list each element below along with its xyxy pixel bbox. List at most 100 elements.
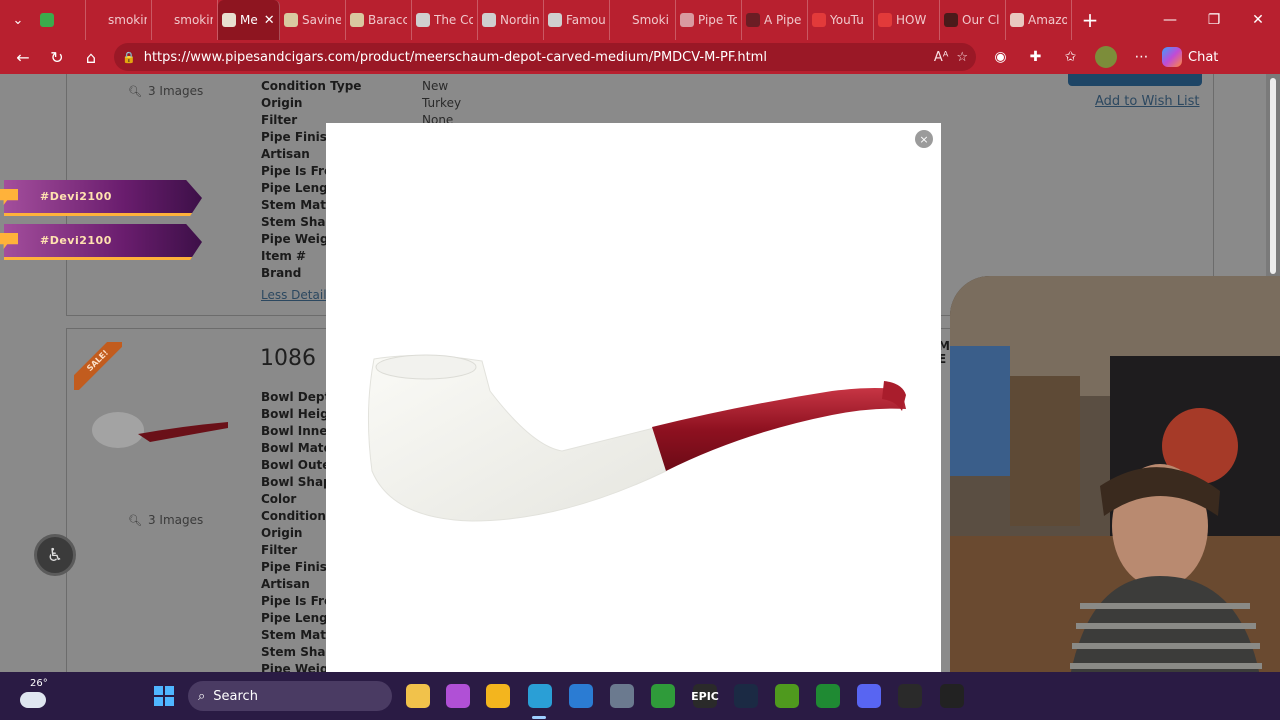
browser-tab[interactable]: Me ✕ <box>218 0 280 40</box>
chat-label: Chat <box>1188 49 1219 65</box>
stream-overlay-tag: #Devi2100 <box>0 224 206 260</box>
tab-label: HOW <box>896 13 927 27</box>
tab-label: Pipe To <box>698 13 737 27</box>
start-button[interactable] <box>154 686 174 706</box>
tab-label: smokin <box>108 13 147 27</box>
spec-row: Origin <box>261 526 303 540</box>
browser-tab[interactable]: Baracc <box>346 0 412 40</box>
speedtest-icon[interactable] <box>940 684 964 708</box>
browser-tab[interactable]: The Co <box>412 0 478 40</box>
search-icon: ⌕ <box>198 688 206 704</box>
tab-actions-menu-button[interactable]: ⌄ <box>0 0 36 40</box>
add-to-cart-button[interactable] <box>1068 74 1202 86</box>
tab-strip: smokin smokin Me ✕ Savinel Baracc The Co Nordin… <box>36 0 1072 40</box>
edge-icon[interactable] <box>528 684 552 708</box>
tab-label: Amazo <box>1028 13 1067 27</box>
favorite-star-icon[interactable]: ☆ <box>956 50 968 65</box>
images-count-link[interactable]: 🔍︎ 3 Images <box>128 84 203 98</box>
spec-row: Pipe Finish <box>261 560 336 574</box>
file-explorer-icon[interactable] <box>406 684 430 708</box>
pipe-product-image <box>367 354 906 522</box>
accessibility-icon: ♿︎ <box>46 544 64 566</box>
tab-favicon-icon <box>548 13 562 27</box>
restore-button[interactable]: ❐ <box>1192 0 1236 40</box>
settings-icon[interactable] <box>610 684 634 708</box>
xbox-icon[interactable] <box>651 684 675 708</box>
read-aloud-icon[interactable]: Aᴬ <box>934 50 949 65</box>
copilot-chat-button[interactable]: Chat <box>1162 47 1218 67</box>
tab-favicon-icon <box>90 13 104 27</box>
close-lightbox-button[interactable]: × <box>915 130 933 148</box>
game-bar-icon[interactable] <box>816 684 840 708</box>
address-bar-row: ← ↻ ⌂ 🔒 https://www.pipesandcigars.com/p… <box>0 40 1280 74</box>
tab-favicon-icon <box>614 13 628 27</box>
search-label: Search <box>213 688 258 704</box>
tab-label: The Co <box>434 13 473 27</box>
new-tab-button[interactable]: + <box>1072 0 1108 40</box>
less-details-link[interactable]: Less Details <box>261 288 333 302</box>
product-thumbnail[interactable] <box>88 404 230 452</box>
spec-labels-1086: Bowl Dept Bowl Heigl Bowl Inne Bowl Mate Bow… <box>261 389 335 672</box>
tab-favicon-icon <box>40 13 54 27</box>
more-menu-icon[interactable]: ⋯ <box>1125 42 1158 72</box>
tab-bar: ⌄ smokin smokin Me ✕ Savinel Baracc The Co Nord… <box>0 0 1280 40</box>
windows-logo-square <box>154 697 163 706</box>
lock-icon: 🔒 <box>122 50 136 64</box>
refresh-button[interactable]: ↻ <box>40 42 74 72</box>
windows-logo-square <box>165 697 174 706</box>
browser-tab[interactable]: smokin <box>152 0 218 40</box>
nvidia-icon[interactable] <box>775 684 799 708</box>
tab-favicon-icon <box>284 13 298 27</box>
tab-label: Smoki <box>632 13 669 27</box>
windows-logo-icon <box>154 686 163 695</box>
obs-icon[interactable] <box>898 684 922 708</box>
browser-tab[interactable]: Amazo <box>1006 0 1072 40</box>
image-lightbox: × <box>326 123 941 672</box>
images-count-link-1086[interactable]: 🔍︎ 3 Images <box>128 513 203 527</box>
arrow-left-icon: ← <box>16 47 30 67</box>
weather-widget[interactable]: 26° <box>18 678 58 714</box>
copilot-icon[interactable] <box>446 684 470 708</box>
favorites-icon[interactable]: ✩ <box>1054 42 1087 72</box>
extension-icon[interactable]: ◉ <box>984 42 1017 72</box>
add-to-wish-list-link[interactable]: Add to Wish List <box>1095 94 1200 109</box>
address-field[interactable]: 🔒 https://www.pipesandcigars.com/product… <box>114 43 976 71</box>
discord-icon[interactable] <box>857 684 881 708</box>
browser-tab[interactable]: YouTu <box>808 0 874 40</box>
browser-tab[interactable]: Our Cl <box>940 0 1006 40</box>
folder-icon[interactable] <box>486 684 510 708</box>
profile-avatar[interactable] <box>1095 46 1117 68</box>
browser-tab[interactable]: HOW <box>874 0 940 40</box>
browser-tab[interactable]: A Pipe <box>742 0 808 40</box>
home-button[interactable]: ⌂ <box>74 42 108 72</box>
spec-row: Bowl Heigl <box>261 407 333 421</box>
browser-tab[interactable]: Nordin <box>478 0 544 40</box>
browser-tab[interactable] <box>36 0 86 40</box>
close-window-button[interactable]: ✕ <box>1236 0 1280 40</box>
taskbar-search[interactable]: ⌕ Search <box>188 681 392 711</box>
browser-tab[interactable]: smokin <box>86 0 152 40</box>
steam-icon[interactable] <box>734 684 758 708</box>
spec-row: Pipe Weigl <box>261 662 333 672</box>
tab-label: Nordin <box>500 13 539 27</box>
browser-tab[interactable]: Pipe To <box>676 0 742 40</box>
browser-tab[interactable]: Smoki <box>610 0 676 40</box>
browser-tab[interactable]: Famou <box>544 0 610 40</box>
close-tab-icon[interactable]: ✕ <box>264 13 275 28</box>
outlook-icon[interactable] <box>569 684 593 708</box>
magnifier-icon: 🔍︎ <box>128 84 142 98</box>
tab-label: Savinel <box>302 13 341 27</box>
accessibility-button[interactable]: ♿︎ <box>34 534 76 576</box>
back-button[interactable]: ← <box>6 42 40 72</box>
scrollbar-thumb[interactable] <box>1270 78 1276 274</box>
url-text[interactable]: https://www.pipesandcigars.com/product/m… <box>144 50 926 65</box>
tab-label: smokin <box>174 13 213 27</box>
epic-games-icon[interactable]: EPIC <box>691 684 719 708</box>
overlay-tag-text: #Devi2100 <box>40 190 112 203</box>
spec-row: Stem Shap <box>261 645 335 659</box>
minimize-button[interactable]: — <box>1148 0 1192 40</box>
extensions-puzzle-icon[interactable]: ✚ <box>1019 42 1052 72</box>
browser-tab[interactable]: Savinel <box>280 0 346 40</box>
tab-favicon-icon <box>222 13 236 27</box>
tab-favicon-icon <box>746 13 760 27</box>
